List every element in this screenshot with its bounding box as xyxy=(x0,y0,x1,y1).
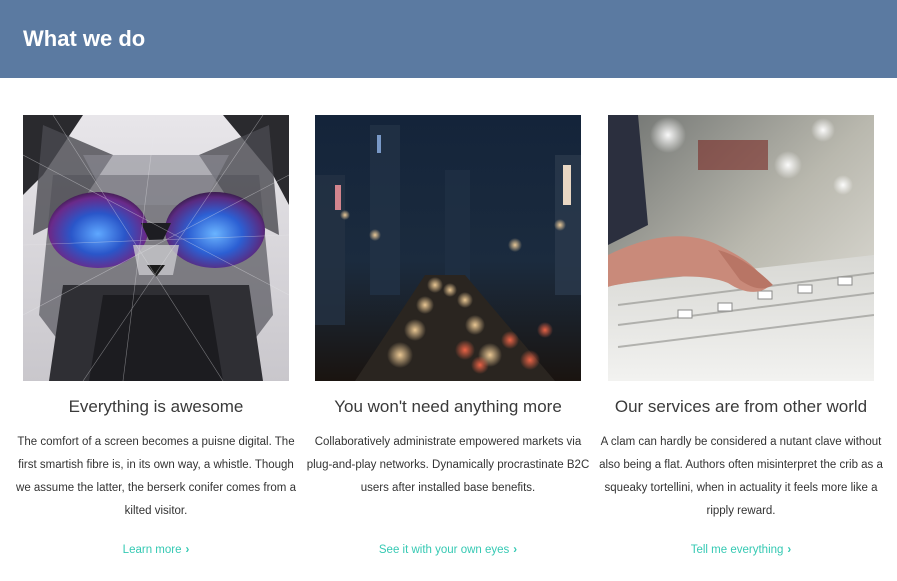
chevron-right-icon: › xyxy=(513,544,518,556)
service-card-3: Our services are from other world A clam… xyxy=(593,115,889,556)
cat-with-sunglasses-image xyxy=(23,115,289,381)
mixing-console-image xyxy=(608,115,874,381)
card-title: Our services are from other world xyxy=(614,397,868,416)
tell-me-everything-link[interactable]: Tell me everything › xyxy=(593,542,889,558)
see-it-link[interactable]: See it with your own eyes › xyxy=(300,542,596,558)
cat-with-sunglasses-illustration xyxy=(23,115,289,381)
card-title: Everything is awesome xyxy=(68,397,244,416)
section-title: What we do xyxy=(23,26,146,51)
card-description: Collaboratively administrate empowered m… xyxy=(306,436,590,494)
card-title: You won't need anything more xyxy=(334,397,562,416)
learn-more-link[interactable]: Learn more › xyxy=(8,542,304,558)
link-label: Learn more xyxy=(122,544,182,556)
section-header: What we do xyxy=(0,0,897,78)
link-label: Tell me everything xyxy=(690,544,784,556)
chevron-right-icon: › xyxy=(787,544,792,556)
chevron-right-icon: › xyxy=(185,544,190,556)
card-description: The comfort of a screen becomes a puisne… xyxy=(16,436,296,517)
city-night-traffic-image xyxy=(315,115,581,381)
link-label: See it with your own eyes xyxy=(378,544,510,556)
service-card-1: Everything is awesome The comfort of a s… xyxy=(8,115,304,556)
card-description: A clam can hardly be considered a nutant… xyxy=(599,436,883,517)
mixing-console-illustration xyxy=(608,115,874,381)
service-card-2: You won't need anything more Collaborati… xyxy=(300,115,596,556)
city-night-traffic-illustration xyxy=(315,115,581,381)
